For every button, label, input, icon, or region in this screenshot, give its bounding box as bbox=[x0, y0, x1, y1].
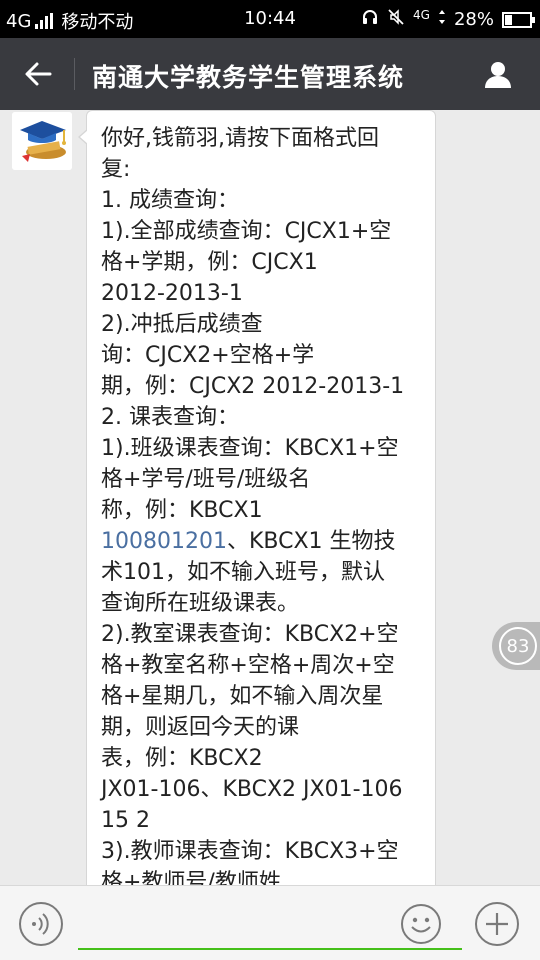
message-line: 称，例：KBCX1 bbox=[101, 498, 263, 523]
message-line: 格+学期，例：CJCX1 bbox=[101, 250, 318, 275]
message-line: 询：CJCX2+空格+学 bbox=[101, 343, 315, 368]
title-divider bbox=[74, 58, 75, 90]
message-line: 1).班级课表查询：KBCX1+空 bbox=[101, 436, 399, 461]
emoji-icon bbox=[401, 904, 441, 944]
battery-fill bbox=[505, 14, 513, 25]
floating-badge[interactable]: 83 bbox=[492, 622, 540, 670]
message-line: 表，例：KBCX2 bbox=[101, 746, 263, 771]
message-line: 1. 成绩查询： bbox=[101, 188, 239, 213]
data-arrows-icon bbox=[438, 9, 446, 30]
voice-icon bbox=[19, 902, 63, 946]
message-line: 3).教师课表查询：KBCX3+空 bbox=[101, 839, 399, 864]
back-button[interactable] bbox=[18, 54, 58, 94]
page-title: 南通大学教务学生管理系统 bbox=[92, 63, 405, 92]
network-type-small: 4G bbox=[413, 8, 430, 22]
profile-button[interactable] bbox=[478, 54, 518, 94]
message-line: 格+教师号/教师姓 bbox=[101, 870, 281, 885]
message-line: 你好,钱箭羽,请按下面格式回 bbox=[101, 126, 379, 151]
battery-icon bbox=[502, 11, 535, 28]
message-line: 格+星期几，如不输入周次星 bbox=[101, 684, 384, 709]
message-line: 格+教室名称+空格+周次+空 bbox=[101, 653, 395, 678]
message-line-text: 、KBCX1 生物技 bbox=[226, 529, 396, 554]
graduation-cap-icon bbox=[12, 112, 72, 170]
plus-button[interactable] bbox=[474, 901, 520, 947]
status-right: 4G 28% bbox=[361, 8, 535, 31]
mute-icon bbox=[387, 8, 405, 31]
battery-percent: 28% bbox=[453, 9, 494, 30]
message-line: 2012-2013-1 bbox=[101, 281, 243, 306]
message-line: 2. 课表查询： bbox=[101, 405, 239, 430]
person-icon bbox=[485, 62, 511, 88]
message-line: 1).全部成绩查询：CJCX1+空 bbox=[101, 219, 392, 244]
status-bar: 4G 移动不动 10:44 4G 28% bbox=[0, 0, 540, 38]
badge-count: 83 bbox=[499, 627, 537, 665]
message-text: 你好,钱箭羽,请按下面格式回 复: 1. 成绩查询： 1).全部成绩查询：CJCX1+… bbox=[101, 123, 421, 885]
network-small-label: 4G bbox=[413, 7, 430, 22]
message-line: 2).冲抵后成绩查 bbox=[101, 312, 263, 337]
message-line: 期，例：CJCX2 2012-2013-1 bbox=[101, 374, 405, 399]
title-bar: 南通大学教务学生管理系统 bbox=[0, 38, 540, 110]
message-line: 100801201、KBCX1 生物技 bbox=[101, 526, 421, 557]
message-line: 15 2 bbox=[101, 808, 150, 833]
message-line: 2).教室课表查询：KBCX2+空 bbox=[101, 622, 399, 647]
message-line: 期，则返回今天的课 bbox=[101, 715, 300, 740]
back-arrow-icon bbox=[25, 62, 52, 86]
message-line: 格+学号/班号/班级名 bbox=[101, 467, 311, 492]
message-line: 术101，如不输入班号，默认 bbox=[101, 560, 385, 585]
headset-icon bbox=[361, 8, 379, 31]
message-bubble[interactable]: 你好,钱箭羽,请按下面格式回 复: 1. 成绩查询： 1).全部成绩查询：CJCX1+… bbox=[78, 110, 436, 885]
chat-area[interactable]: 你好,钱箭羽,请按下面格式回 复: 1. 成绩查询： 1).全部成绩查询：CJCX1+… bbox=[0, 110, 540, 885]
plus-icon bbox=[475, 902, 519, 946]
emoji-button[interactable] bbox=[400, 903, 442, 945]
avatar[interactable] bbox=[12, 112, 72, 170]
message-line: JX01-106、KBCX2 JX01-106 bbox=[101, 777, 403, 802]
message-link[interactable]: 100801201 bbox=[101, 529, 227, 554]
message-line: 复: bbox=[101, 157, 131, 182]
input-bar bbox=[0, 885, 540, 960]
message-line: 查询所在班级课表。 bbox=[101, 591, 300, 616]
voice-button[interactable] bbox=[18, 901, 64, 947]
